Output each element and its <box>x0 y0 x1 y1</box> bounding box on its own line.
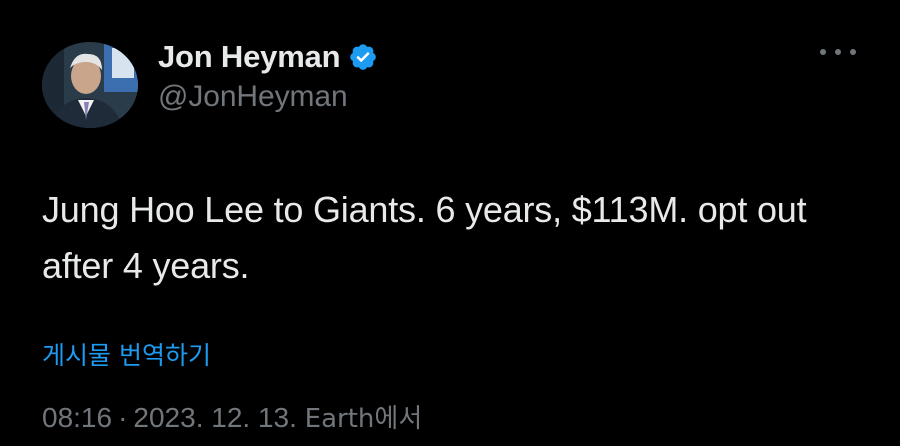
author-block[interactable]: Jon Heyman @JonHeyman <box>158 36 378 114</box>
tweet-card: Jon Heyman @JonHeyman Jung Hoo Lee to Gi… <box>0 0 900 446</box>
more-dot-icon <box>835 49 841 55</box>
tweet-date[interactable]: 2023. 12. 13. <box>133 402 296 433</box>
translate-post-link[interactable]: 게시물 번역하기 <box>42 336 211 372</box>
display-name[interactable]: Jon Heyman <box>158 39 341 75</box>
avatar[interactable] <box>42 42 138 128</box>
more-dot-icon <box>850 49 856 55</box>
profile-photo-icon <box>42 42 138 128</box>
more-dot-icon <box>820 49 826 55</box>
tweet-source: Earth에서 <box>304 404 423 434</box>
tweet-text-line: Jung Hoo Lee to Giants. 6 years, $113M. … <box>42 189 807 230</box>
tweet-time[interactable]: 08:16 <box>42 402 112 433</box>
tweet-text-line: after 4 years. <box>42 245 250 286</box>
tweet-meta: 08:16 · 2023. 12. 13. Earth에서 <box>42 398 422 435</box>
verified-badge-icon <box>348 42 378 72</box>
meta-separator: · <box>118 402 128 433</box>
more-options-button[interactable] <box>820 40 856 64</box>
tweet-text: Jung Hoo Lee to Giants. 6 years, $113M. … <box>42 182 872 294</box>
user-handle[interactable]: @JonHeyman <box>158 80 378 114</box>
name-row: Jon Heyman <box>158 36 378 78</box>
